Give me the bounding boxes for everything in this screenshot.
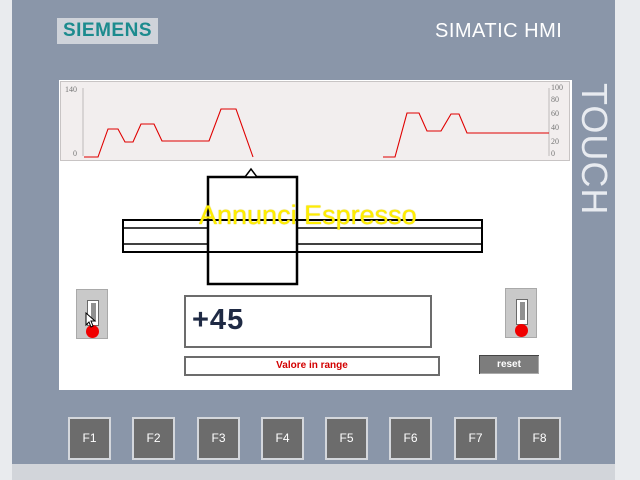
red-led-indicator [515, 324, 528, 337]
touch-label: TOUCH [574, 83, 615, 216]
status-message-box: Valore in range [184, 356, 440, 376]
model-label: SIMATIC HMI [435, 20, 563, 42]
siemens-logo: SIEMENS [57, 18, 158, 44]
function-key-f1[interactable]: F1 [68, 417, 111, 460]
function-key-f5[interactable]: F5 [325, 417, 368, 460]
function-key-f3[interactable]: F3 [197, 417, 240, 460]
switch-knob [520, 302, 525, 320]
value-display[interactable]: +45 [184, 295, 432, 348]
hmi-screen: 140 0 100 80 60 40 20 0 Annunci Espresso… [59, 80, 572, 390]
function-key-f2[interactable]: F2 [132, 417, 175, 460]
watermark-text: Annunci Espresso [199, 200, 417, 230]
function-key-f7[interactable]: F7 [454, 417, 497, 460]
switch-slot [516, 299, 528, 325]
function-key-f4[interactable]: F4 [261, 417, 304, 460]
function-key-f8[interactable]: F8 [518, 417, 561, 460]
reset-button[interactable]: reset [479, 355, 539, 374]
status-message: Valore in range [276, 360, 348, 371]
mouse-pointer-icon [85, 312, 97, 328]
right-toggle-switch[interactable] [505, 288, 537, 338]
function-key-f6[interactable]: F6 [389, 417, 432, 460]
position-pointer [243, 167, 259, 178]
panel-bottom-strip [12, 464, 615, 480]
value-text: +45 [192, 304, 245, 336]
